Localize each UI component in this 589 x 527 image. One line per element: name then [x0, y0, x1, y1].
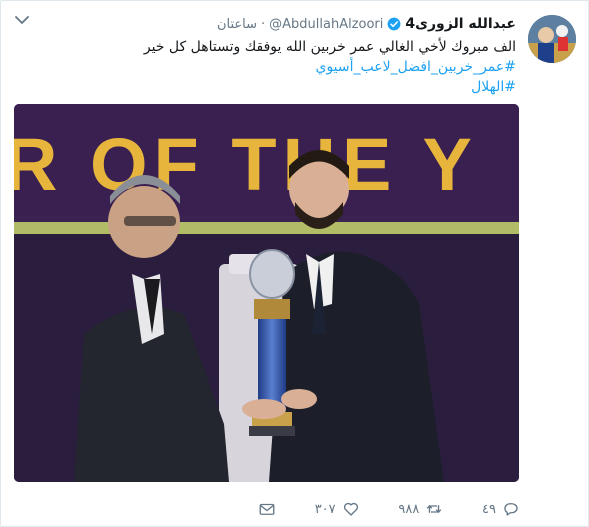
retweet-count: ٩٨٨	[398, 501, 420, 517]
separator-dot: ·	[260, 16, 266, 32]
verified-badge-icon	[387, 17, 401, 31]
tweet-actions: ٣٠٧ ٩٨٨ ٤٩	[258, 498, 520, 520]
hashtag-link[interactable]: #الهلال	[76, 77, 516, 97]
user-handle[interactable]: @AbdullahAlzoori	[269, 17, 383, 32]
heart-icon	[343, 502, 358, 516]
retweet-action[interactable]: ٩٨٨	[398, 500, 443, 518]
tweet-text: الف مبروك لأخي الغالي عمر خربين الله يوف…	[76, 37, 516, 97]
reply-action[interactable]: ٤٩	[482, 500, 520, 518]
dm-action[interactable]	[258, 500, 276, 518]
hashtag-link[interactable]: #عمر_خربين_افضل_لاعب_أسيوي	[76, 57, 516, 77]
like-action[interactable]: ٣٠٧	[315, 500, 360, 518]
reply-count: ٤٩	[482, 501, 496, 517]
mail-icon	[259, 503, 275, 515]
tweet-body: الف مبروك لأخي الغالي عمر خربين الله يوف…	[143, 39, 516, 55]
tweet-card[interactable]: عبدالله الزورى4 @AbdullahAlzoori · ساعتا…	[0, 0, 589, 527]
like-count: ٣٠٧	[314, 501, 336, 517]
chevron-down-icon[interactable]	[15, 15, 29, 25]
tweet-media-photo[interactable]: R OF THE Y	[14, 104, 519, 482]
display-name[interactable]: عبدالله الزورى4	[405, 16, 516, 32]
banner-text: R OF THE Y	[14, 123, 478, 206]
reply-icon	[504, 503, 518, 516]
avatar[interactable]	[528, 15, 576, 63]
tweet-header: عبدالله الزورى4 @AbdullahAlzoori · ساعتا…	[217, 15, 516, 33]
timestamp[interactable]: ساعتان	[217, 17, 257, 32]
retweet-icon	[427, 505, 442, 513]
